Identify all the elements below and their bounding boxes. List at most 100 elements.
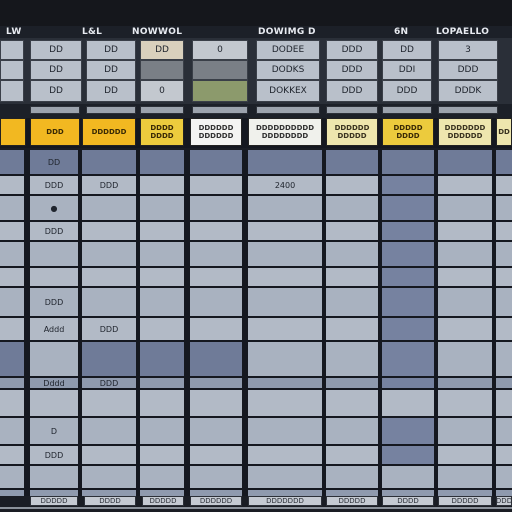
grid-cell[interactable]: [0, 242, 24, 266]
grid-cell[interactable]: [248, 390, 322, 416]
grid-cell[interactable]: [82, 150, 136, 174]
grid-cell[interactable]: [30, 466, 78, 488]
grid-cell[interactable]: [190, 268, 242, 286]
grid-cell[interactable]: [248, 378, 322, 388]
grid-cell[interactable]: [140, 390, 184, 416]
grid-cell[interactable]: [82, 342, 136, 376]
grid-cell[interactable]: [382, 288, 434, 316]
grid-cell[interactable]: [496, 318, 512, 340]
column-header-6[interactable]: DDDDDD DDDDD: [326, 118, 378, 146]
footer-cell[interactable]: DDDDDD: [190, 496, 242, 506]
grid-cell[interactable]: [0, 288, 24, 316]
footer-cell[interactable]: DDD: [496, 496, 512, 506]
panel-cell[interactable]: DD: [30, 60, 82, 80]
grid-cell[interactable]: [496, 196, 512, 220]
footer-cell[interactable]: DDDDDDD: [248, 496, 322, 506]
grid-cell[interactable]: [382, 196, 434, 220]
panel-cell[interactable]: DDI: [382, 60, 432, 80]
panel-cell[interactable]: DDD: [438, 60, 498, 80]
grid-cell[interactable]: [140, 242, 184, 266]
panel-cell[interactable]: DODKS: [256, 60, 320, 80]
grid-cell[interactable]: [438, 342, 492, 376]
panel-cell[interactable]: 3: [438, 40, 498, 60]
control-button[interactable]: [438, 106, 498, 114]
panel-cell-dark[interactable]: [192, 60, 248, 80]
grid-cell[interactable]: [30, 242, 78, 266]
grid-cell[interactable]: [140, 176, 184, 194]
column-header-7[interactable]: DDDDD DDDD: [382, 118, 434, 146]
grid-cell[interactable]: [82, 288, 136, 316]
grid-cell[interactable]: [140, 418, 184, 444]
grid-cell[interactable]: [140, 466, 184, 488]
grid-cell[interactable]: [0, 446, 24, 464]
grid-cell[interactable]: [190, 222, 242, 240]
column-header-5[interactable]: DDDDDDDDDD DDDDDDDD: [248, 118, 322, 146]
grid-cell[interactable]: [190, 318, 242, 340]
grid-cell[interactable]: [190, 150, 242, 174]
grid-cell[interactable]: [140, 150, 184, 174]
grid-cell[interactable]: [326, 418, 378, 444]
grid-cell[interactable]: [496, 150, 512, 174]
grid-cell[interactable]: [496, 378, 512, 388]
panel-cell[interactable]: DODEE: [256, 40, 320, 60]
grid-cell[interactable]: [326, 446, 378, 464]
grid-cell[interactable]: [438, 222, 492, 240]
panel-cell-green[interactable]: [192, 80, 248, 102]
grid-cell[interactable]: [140, 378, 184, 388]
grid-cell[interactable]: [82, 222, 136, 240]
control-button[interactable]: [382, 106, 432, 114]
grid-cell[interactable]: [30, 342, 78, 376]
grid-cell[interactable]: [382, 418, 434, 444]
grid-cell[interactable]: [382, 150, 434, 174]
grid-cell[interactable]: [326, 318, 378, 340]
grid-cell[interactable]: [496, 288, 512, 316]
panel-cell[interactable]: DD: [30, 80, 82, 102]
grid-cell[interactable]: [0, 222, 24, 240]
grid-cell[interactable]: [248, 418, 322, 444]
panel-cell[interactable]: DDD: [326, 60, 378, 80]
grid-cell[interactable]: [382, 268, 434, 286]
grid-cell[interactable]: [496, 418, 512, 444]
grid-cell[interactable]: DDD: [30, 288, 78, 316]
grid-cell[interactable]: [82, 268, 136, 286]
panel-cell[interactable]: DD: [86, 80, 136, 102]
grid-cell[interactable]: [248, 196, 322, 220]
grid-cell[interactable]: [382, 446, 434, 464]
grid-cell[interactable]: [0, 418, 24, 444]
grid-cell[interactable]: [82, 242, 136, 266]
grid-cell[interactable]: [382, 242, 434, 266]
column-header-3[interactable]: DDDD DDDD: [140, 118, 184, 146]
grid-cell[interactable]: DDD: [30, 446, 78, 464]
grid-cell[interactable]: [382, 378, 434, 388]
grid-cell[interactable]: [496, 242, 512, 266]
grid-cell[interactable]: [326, 176, 378, 194]
grid-cell[interactable]: [140, 446, 184, 464]
grid-cell[interactable]: [382, 466, 434, 488]
grid-cell[interactable]: DDD: [82, 176, 136, 194]
grid-cell[interactable]: DDD: [82, 318, 136, 340]
grid-cell[interactable]: [326, 268, 378, 286]
grid-cell[interactable]: Dddd: [30, 378, 78, 388]
grid-cell[interactable]: [438, 318, 492, 340]
grid-cell[interactable]: [496, 268, 512, 286]
column-header-8[interactable]: DDDDDDD DDDDDD: [438, 118, 492, 146]
grid-cell[interactable]: [438, 446, 492, 464]
column-header-4[interactable]: DDDDDD DDDDDD: [190, 118, 242, 146]
grid-cell[interactable]: [326, 288, 378, 316]
grid-cell[interactable]: [190, 176, 242, 194]
panel-cell[interactable]: 0: [140, 80, 184, 102]
grid-cell[interactable]: [496, 342, 512, 376]
column-header-2[interactable]: DDDDDD: [82, 118, 136, 146]
grid-cell[interactable]: [140, 288, 184, 316]
grid-cell[interactable]: [0, 390, 24, 416]
grid-cell[interactable]: [438, 466, 492, 488]
panel-cell[interactable]: DDDK: [438, 80, 498, 102]
grid-cell[interactable]: [438, 418, 492, 444]
grid-cell[interactable]: [0, 150, 24, 174]
grid-cell[interactable]: [438, 242, 492, 266]
grid-cell[interactable]: [438, 176, 492, 194]
footer-cell[interactable]: DDDDD: [438, 496, 492, 506]
footer-cell[interactable]: DDDDD: [30, 496, 78, 506]
grid-cell[interactable]: [326, 342, 378, 376]
grid-cell[interactable]: [326, 150, 378, 174]
